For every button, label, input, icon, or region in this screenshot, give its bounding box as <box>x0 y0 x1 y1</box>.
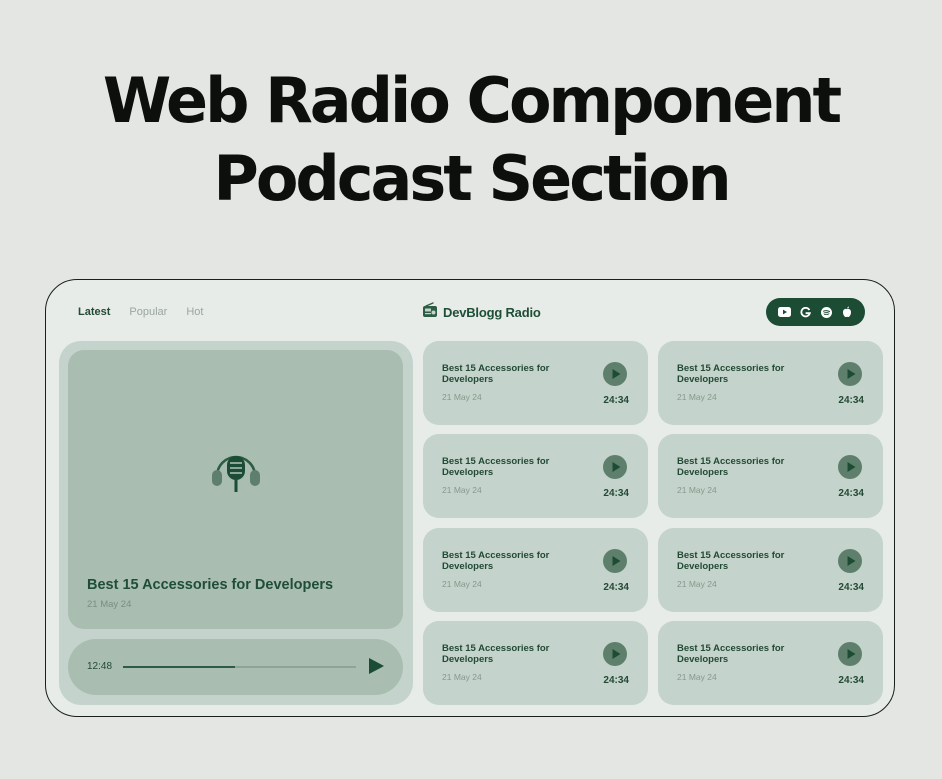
headline-line-2: Podcast Section <box>213 142 731 215</box>
episode-title: Best 15 Accessories for Developers <box>677 643 785 665</box>
episode-date: 21 May 24 <box>442 672 482 682</box>
episode-date: 21 May 24 <box>442 392 482 402</box>
episode-duration: 24:34 <box>603 395 629 406</box>
play-icon[interactable] <box>603 362 627 386</box>
tab-hot[interactable]: Hot <box>186 306 203 318</box>
progress-fill <box>123 666 235 668</box>
headline: Web Radio Component Podcast Section <box>0 62 942 218</box>
episode-duration: 24:34 <box>838 675 864 686</box>
episode-duration: 24:34 <box>838 395 864 406</box>
episode-card[interactable]: Best 15 Accessories for Developers 21 May… <box>658 341 883 425</box>
play-icon[interactable] <box>838 642 862 666</box>
play-icon[interactable] <box>838 362 862 386</box>
episode-card[interactable]: Best 15 Accessories for Developers 21 May… <box>658 434 883 518</box>
episode-date: 21 May 24 <box>677 672 717 682</box>
featured-episode: Best 15 Accessories for Developers 21 Ma… <box>59 341 413 705</box>
episode-card[interactable]: Best 15 Accessories for Developers 21 May… <box>658 528 883 612</box>
current-time: 12:48 <box>87 661 113 672</box>
episode-duration: 24:34 <box>603 582 629 593</box>
tab-popular[interactable]: Popular <box>129 306 167 318</box>
podcast-microphone-headphones-icon <box>211 454 261 499</box>
play-icon[interactable] <box>603 549 627 573</box>
episode-duration: 24:34 <box>603 488 629 499</box>
episode-duration: 24:34 <box>838 582 864 593</box>
episode-title: Best 15 Accessories for Developers <box>442 456 550 478</box>
brand-logo[interactable]: DevBlogg Radio <box>422 302 541 323</box>
episode-title: Best 15 Accessories for Developers <box>677 550 785 572</box>
play-icon[interactable] <box>838 549 862 573</box>
episode-card[interactable]: Best 15 Accessories for Developers 21 May… <box>423 528 648 612</box>
apple-icon[interactable] <box>841 306 854 319</box>
play-icon[interactable] <box>603 642 627 666</box>
episode-title: Best 15 Accessories for Developers <box>677 456 785 478</box>
play-icon[interactable] <box>838 455 862 479</box>
episode-card[interactable]: Best 15 Accessories for Developers 21 May… <box>423 621 648 705</box>
episode-date: 21 May 24 <box>677 579 717 589</box>
episode-card[interactable]: Best 15 Accessories for Developers 21 May… <box>658 621 883 705</box>
episode-duration: 24:34 <box>603 675 629 686</box>
youtube-icon[interactable] <box>777 306 791 319</box>
brand-name: DevBlogg Radio <box>443 305 541 320</box>
episode-date: 21 May 24 <box>442 579 482 589</box>
featured-date: 21 May 24 <box>87 599 132 610</box>
audio-player: 12:48 <box>68 639 403 695</box>
episode-title: Best 15 Accessories for Developers <box>677 363 785 385</box>
featured-cover[interactable]: Best 15 Accessories for Developers 21 Ma… <box>68 350 403 629</box>
radio-icon <box>422 302 438 323</box>
episode-card[interactable]: Best 15 Accessories for Developers 21 May… <box>423 341 648 425</box>
headline-line-1: Web Radio Component <box>102 64 842 137</box>
tab-bar: Latest Popular Hot <box>78 306 203 318</box>
google-icon[interactable] <box>799 306 812 319</box>
episode-date: 21 May 24 <box>442 485 482 495</box>
episode-card[interactable]: Best 15 Accessories for Developers 21 May… <box>423 434 648 518</box>
tab-latest[interactable]: Latest <box>78 306 110 318</box>
spotify-icon[interactable] <box>820 306 833 319</box>
platform-links <box>766 298 865 326</box>
progress-track[interactable] <box>123 666 356 668</box>
play-icon[interactable] <box>367 657 385 680</box>
featured-title: Best 15 Accessories for Developers <box>87 577 334 593</box>
episode-date: 21 May 24 <box>677 485 717 495</box>
play-icon[interactable] <box>603 455 627 479</box>
episode-duration: 24:34 <box>838 488 864 499</box>
episode-date: 21 May 24 <box>677 392 717 402</box>
radio-widget: Latest Popular Hot DevBlogg Radio Best 1… <box>45 279 895 717</box>
episode-title: Best 15 Accessories for Developers <box>442 550 550 572</box>
episode-title: Best 15 Accessories for Developers <box>442 643 550 665</box>
episode-title: Best 15 Accessories for Developers <box>442 363 550 385</box>
